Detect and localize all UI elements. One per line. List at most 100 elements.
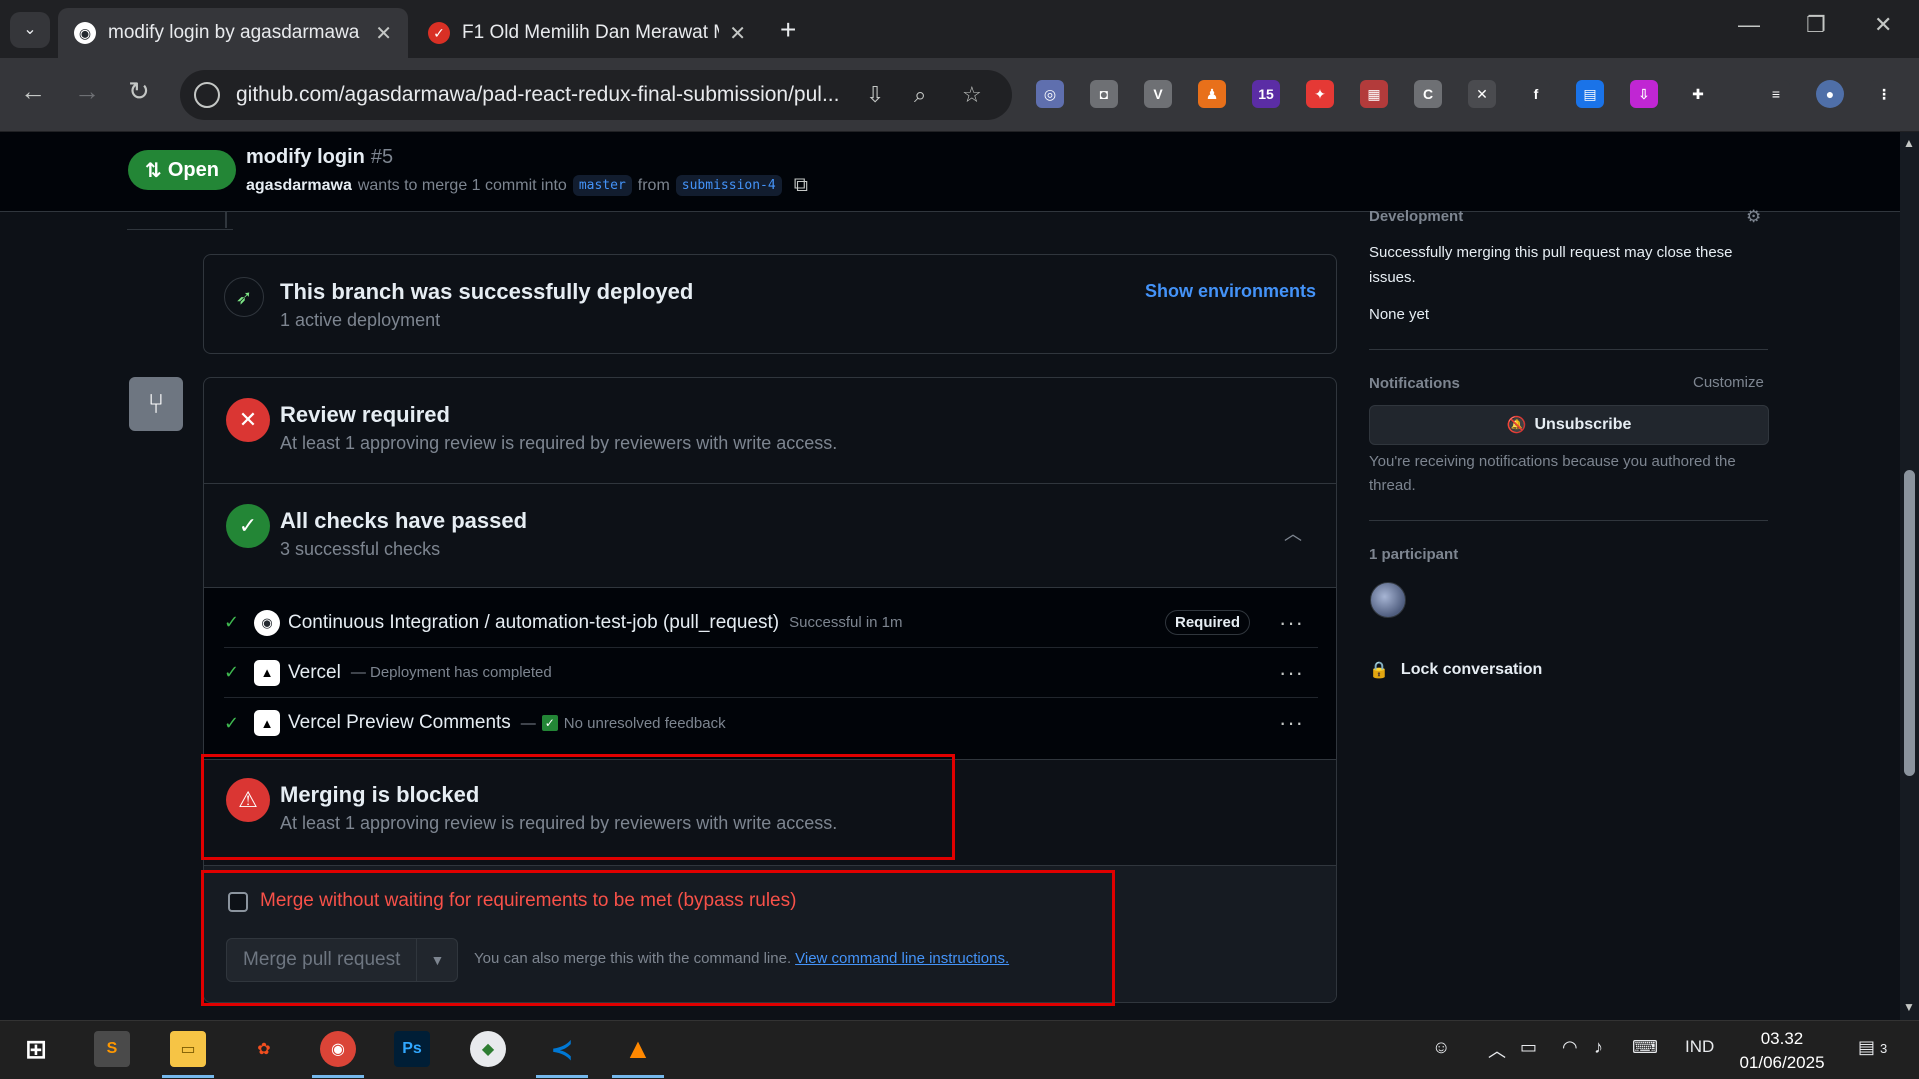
timeline-divider (127, 212, 233, 230)
sublime-text-icon[interactable]: S (94, 1031, 130, 1067)
check-row[interactable]: ✓ ◉ Continuous Integration / automation-… (224, 598, 1318, 648)
page-scrollbar[interactable]: ▲ ▼ (1900, 132, 1919, 1020)
figma-icon[interactable]: ✿ (246, 1031, 282, 1067)
tray-overflow-icon[interactable]: ︿ (1488, 1037, 1506, 1063)
browser-tab-bar: ⌄ ◉ modify login by agasdarmawa · ✕ ✓ F1… (0, 0, 1919, 58)
extension-document-icon[interactable]: ▤ (1576, 80, 1604, 108)
bookmark-star-icon[interactable]: ☆ (962, 82, 982, 108)
head-branch[interactable]: submission-4 (675, 175, 782, 196)
deployment-subtitle: 1 active deployment (280, 310, 441, 330)
check-desc-prefix: — (520, 714, 536, 732)
photoshop-icon[interactable]: Ps (394, 1031, 430, 1067)
check-row[interactable]: ✓ ▲ Vercel — Deployment has completed ··… (224, 648, 1318, 698)
tab-search-button[interactable]: ⌄ (10, 12, 50, 48)
file-explorer-icon[interactable]: ▭ (170, 1031, 206, 1067)
lock-label: Lock conversation (1400, 661, 1543, 678)
checks-title: All checks have passed (280, 508, 528, 533)
check-name[interactable]: Continuous Integration / automation-test… (288, 612, 779, 634)
extension-ring-icon[interactable]: ◎ (1036, 80, 1064, 108)
people-icon[interactable]: ☺ (1432, 1037, 1450, 1058)
close-tab-icon[interactable]: ✕ (375, 21, 392, 46)
notification-count: 3 (1880, 1041, 1888, 1056)
extension-color-wheel-icon[interactable]: ✦ (1306, 80, 1334, 108)
new-tab-icon[interactable]: + (780, 14, 796, 46)
minimize-icon[interactable]: — (1738, 12, 1760, 38)
extension-css-icon[interactable]: C (1414, 80, 1442, 108)
vscode-icon[interactable]: ≺ (544, 1031, 580, 1067)
chrome-icon[interactable]: ◉ (320, 1031, 356, 1067)
check-name[interactable]: Vercel Preview Comments (288, 712, 511, 734)
extension-v-icon[interactable]: V (1144, 80, 1172, 108)
unsubscribe-button[interactable]: 🔕 Unsubscribe (1369, 405, 1769, 445)
system-clock[interactable]: 03.32 01/06/2025 (1734, 1027, 1830, 1075)
close-window-icon[interactable]: ✕ (1874, 12, 1892, 38)
close-tab-icon[interactable]: ✕ (729, 21, 746, 46)
back-arrow-icon[interactable]: ← (20, 76, 46, 107)
kebab-menu-icon[interactable]: ··· (1279, 660, 1304, 686)
highlight-merging-blocked (201, 754, 955, 860)
sidebar-divider (1369, 349, 1768, 350)
check-circle-icon: ✓ (226, 504, 270, 548)
profile-avatar-icon[interactable]: ● (1816, 80, 1844, 108)
check-row[interactable]: ✓ ▲ Vercel Preview Comments — ✓ No unres… (224, 698, 1318, 748)
windows-start-icon[interactable]: ⊞ (18, 1031, 54, 1067)
language-indicator[interactable]: IND (1685, 1037, 1714, 1057)
bell-slash-icon: 🔕 (1506, 417, 1527, 434)
pr-author[interactable]: agasdarmawa (246, 177, 352, 195)
deployment-title: This branch was successfully deployed (280, 279, 694, 304)
pr-title[interactable]: modify login #5 (246, 146, 393, 169)
review-subtitle: At least 1 approving review is required … (280, 433, 838, 453)
extension-grid-icon[interactable]: ▦ (1360, 80, 1388, 108)
clock-time: 03.32 (1760, 1029, 1804, 1048)
checkmark-favicon-icon: ✓ (428, 22, 450, 44)
zoom-icon[interactable]: ⌕ (914, 82, 926, 108)
pr-sticky-header: ⇅ Open modify login #5 agasdarmawa wants … (0, 132, 1900, 212)
site-info-icon[interactable] (194, 82, 220, 108)
gear-icon[interactable]: ⚙ (1746, 207, 1761, 227)
volume-icon[interactable]: ♪ (1594, 1037, 1603, 1058)
required-badge: Required (1164, 610, 1250, 635)
customize-link[interactable]: Customize (1693, 374, 1764, 391)
scroll-thumb[interactable] (1904, 470, 1915, 776)
merge-description: wants to merge 1 commit into (357, 176, 567, 194)
extension-chess-icon[interactable]: ♟ (1198, 80, 1226, 108)
review-title: Review required (280, 402, 450, 427)
check-icon: ✓ (224, 662, 240, 682)
media-control-icon[interactable]: ≡ (1762, 80, 1790, 108)
chevron-up-icon[interactable]: ︿ (1284, 520, 1302, 546)
restore-icon[interactable]: ❐ (1806, 12, 1826, 38)
copy-icon[interactable]: ⧉ (794, 174, 808, 197)
extensions-puzzle-icon[interactable]: ✚ (1684, 80, 1712, 108)
wifi-icon[interactable]: ◠ (1562, 1037, 1578, 1058)
scroll-up-arrow-icon[interactable]: ▲ (1903, 136, 1915, 150)
extension-camera-icon[interactable]: ◘ (1090, 80, 1118, 108)
install-app-icon[interactable]: ⇩ (866, 82, 884, 108)
pull-request-icon: ⇅ (145, 159, 162, 182)
github-favicon-icon: ◉ (74, 22, 96, 44)
keyboard-icon[interactable]: ⌨ (1632, 1037, 1658, 1058)
lock-conversation-link[interactable]: 🔒 Lock conversation (1369, 660, 1542, 680)
extension-badge-icon[interactable]: 15 (1252, 80, 1280, 108)
participant-avatar[interactable] (1370, 582, 1406, 618)
check-name[interactable]: Vercel (288, 662, 341, 684)
base-branch[interactable]: master (572, 175, 632, 196)
vercel-triangle-icon: ▲ (254, 659, 280, 686)
show-environments-link[interactable]: Show environments (1145, 281, 1316, 302)
tab-f1-article[interactable]: ✓ F1 Old Memilih Dan Merawat M ✕ (412, 8, 762, 58)
scroll-down-arrow-icon[interactable]: ▼ (1903, 1000, 1915, 1014)
notification-center-icon[interactable]: ▤ 3 (1858, 1037, 1887, 1058)
browser-menu-icon[interactable]: ⋮ (1870, 80, 1898, 108)
reload-icon[interactable]: ↻ (128, 76, 150, 107)
sims-plumbob-icon[interactable]: ◆ (470, 1031, 506, 1067)
kebab-menu-icon[interactable]: ··· (1279, 710, 1304, 736)
address-bar[interactable]: github.com/agasdarmawa/pad-react-redux-f… (180, 70, 1012, 120)
extension-download-icon[interactable]: ⇩ (1630, 80, 1658, 108)
vlc-cone-icon[interactable]: ▲ (620, 1031, 656, 1067)
extension-x-icon[interactable]: ✕ (1468, 80, 1496, 108)
tab-pull-request[interactable]: ◉ modify login by agasdarmawa · ✕ (58, 8, 408, 58)
kebab-menu-icon[interactable]: ··· (1279, 610, 1304, 636)
checks-section[interactable]: ✓ All checks have passed 3 successful ch… (204, 484, 1336, 588)
forward-arrow-icon[interactable]: → (74, 76, 100, 107)
extension-function-icon[interactable]: f (1522, 80, 1550, 108)
battery-icon[interactable]: ▭ (1520, 1037, 1537, 1058)
